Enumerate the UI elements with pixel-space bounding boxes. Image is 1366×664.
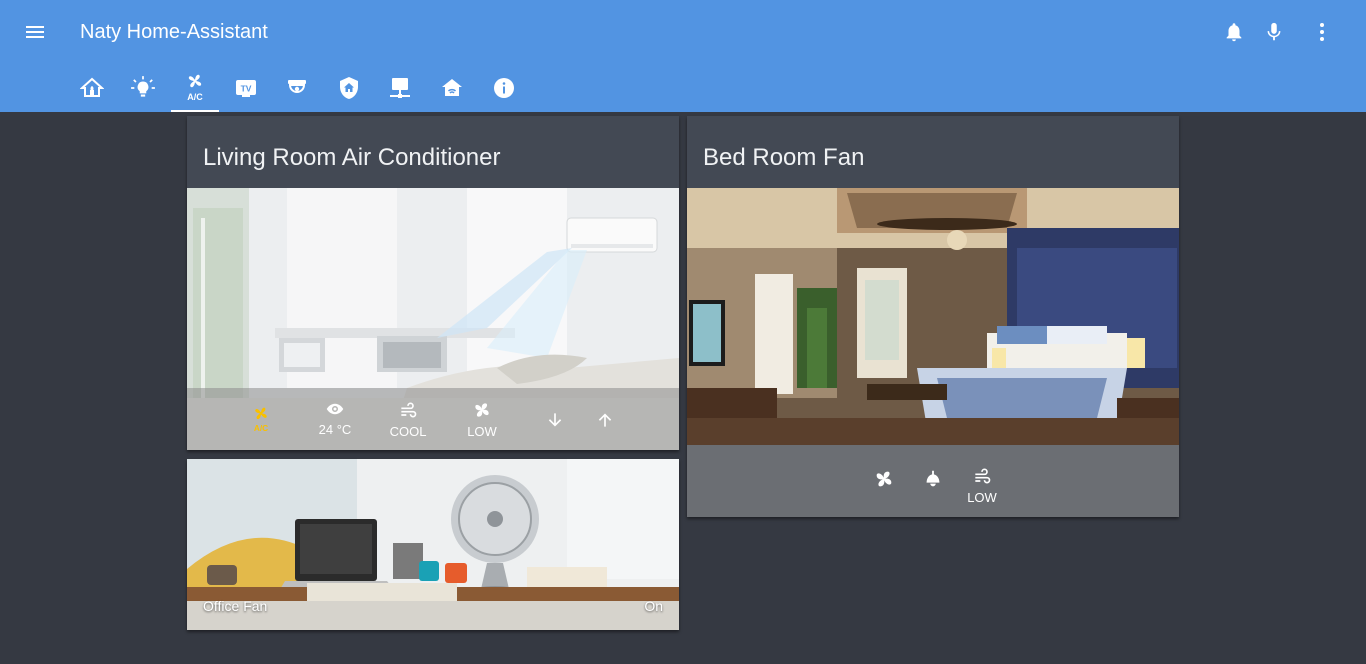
- ac-fan-icon: A/C: [187, 74, 203, 102]
- hvac-mode-value: COOL: [389, 424, 427, 439]
- ceiling-light-icon: [926, 470, 940, 487]
- tv-icon: TV: [236, 80, 256, 97]
- view-tabs: A/C TV: [0, 64, 1366, 112]
- office-fan-state: On: [644, 598, 663, 614]
- fan-speed-button[interactable]: LOW: [962, 466, 1002, 506]
- home-leaf-icon: [80, 77, 104, 97]
- tab-ac-label: A/C: [187, 92, 203, 102]
- tab-tv-label: TV: [241, 84, 252, 94]
- tab-info[interactable]: [480, 64, 528, 112]
- office-fan-name: Office Fan: [203, 598, 268, 614]
- weather-windy-icon: [975, 468, 991, 484]
- microphone-icon[interactable]: [1260, 18, 1288, 46]
- bell-icon[interactable]: [1220, 18, 1248, 46]
- fan-speed-button[interactable]: LOW: [457, 400, 507, 440]
- temperature-display[interactable]: 24 °C: [309, 400, 361, 438]
- arrow-down-icon: [548, 413, 562, 427]
- arrow-up-icon: [598, 413, 612, 427]
- tab-tv[interactable]: TV: [222, 64, 270, 112]
- bedroom-image: [687, 188, 1179, 445]
- temperature-value: 24 °C: [318, 422, 352, 437]
- tab-security[interactable]: [325, 64, 373, 112]
- card-title: Living Room Air Conditioner: [203, 144, 501, 171]
- dots-vertical-icon[interactable]: [1308, 18, 1336, 46]
- tab-camera[interactable]: [273, 64, 321, 112]
- weather-windy-icon: [401, 402, 417, 418]
- house-signal-icon: [442, 79, 462, 96]
- card-title: Bed Room Fan: [703, 144, 865, 171]
- temp-up-button[interactable]: [593, 410, 617, 430]
- info-icon: [494, 78, 514, 98]
- bed-room-fan-card: Bed Room Fan LOW: [687, 116, 1179, 517]
- tab-network[interactable]: [376, 64, 424, 112]
- oscillate-button[interactable]: [920, 468, 946, 490]
- ac-mode-button[interactable]: A/C: [247, 404, 275, 434]
- fan-icon: [876, 471, 892, 487]
- hvac-mode-button[interactable]: COOL: [383, 400, 433, 440]
- lightbulb-icon: [131, 76, 155, 97]
- fan-icon: [475, 403, 489, 417]
- office-fan-card[interactable]: Office Fan On: [187, 459, 679, 630]
- menu-icon[interactable]: [22, 20, 50, 44]
- desktop-network-icon: [390, 78, 410, 98]
- shield-home-icon: [340, 77, 358, 99]
- temp-down-button[interactable]: [543, 410, 567, 430]
- fan-speed-value: LOW: [467, 424, 497, 439]
- toolbar: Naty Home-Assistant: [0, 0, 1366, 64]
- ac-fan-icon: A/C: [254, 407, 268, 433]
- fan-toggle-button[interactable]: [871, 468, 897, 490]
- fan-speed-value: LOW: [967, 490, 997, 505]
- ac-mode-label: A/C: [254, 423, 268, 433]
- app-title: Naty Home-Assistant: [80, 21, 268, 43]
- cctv-icon: [288, 80, 306, 93]
- tab-house[interactable]: [428, 64, 476, 112]
- tab-lights[interactable]: [119, 64, 167, 112]
- tab-home[interactable]: [68, 64, 116, 112]
- tab-ac[interactable]: A/C: [171, 64, 219, 112]
- living-room-ac-card: Living Room Air Conditioner A/C 24 °C CO…: [187, 116, 679, 450]
- eye-icon: [326, 403, 344, 415]
- app-bar: Naty Home-Assistant A/C TV: [0, 0, 1366, 112]
